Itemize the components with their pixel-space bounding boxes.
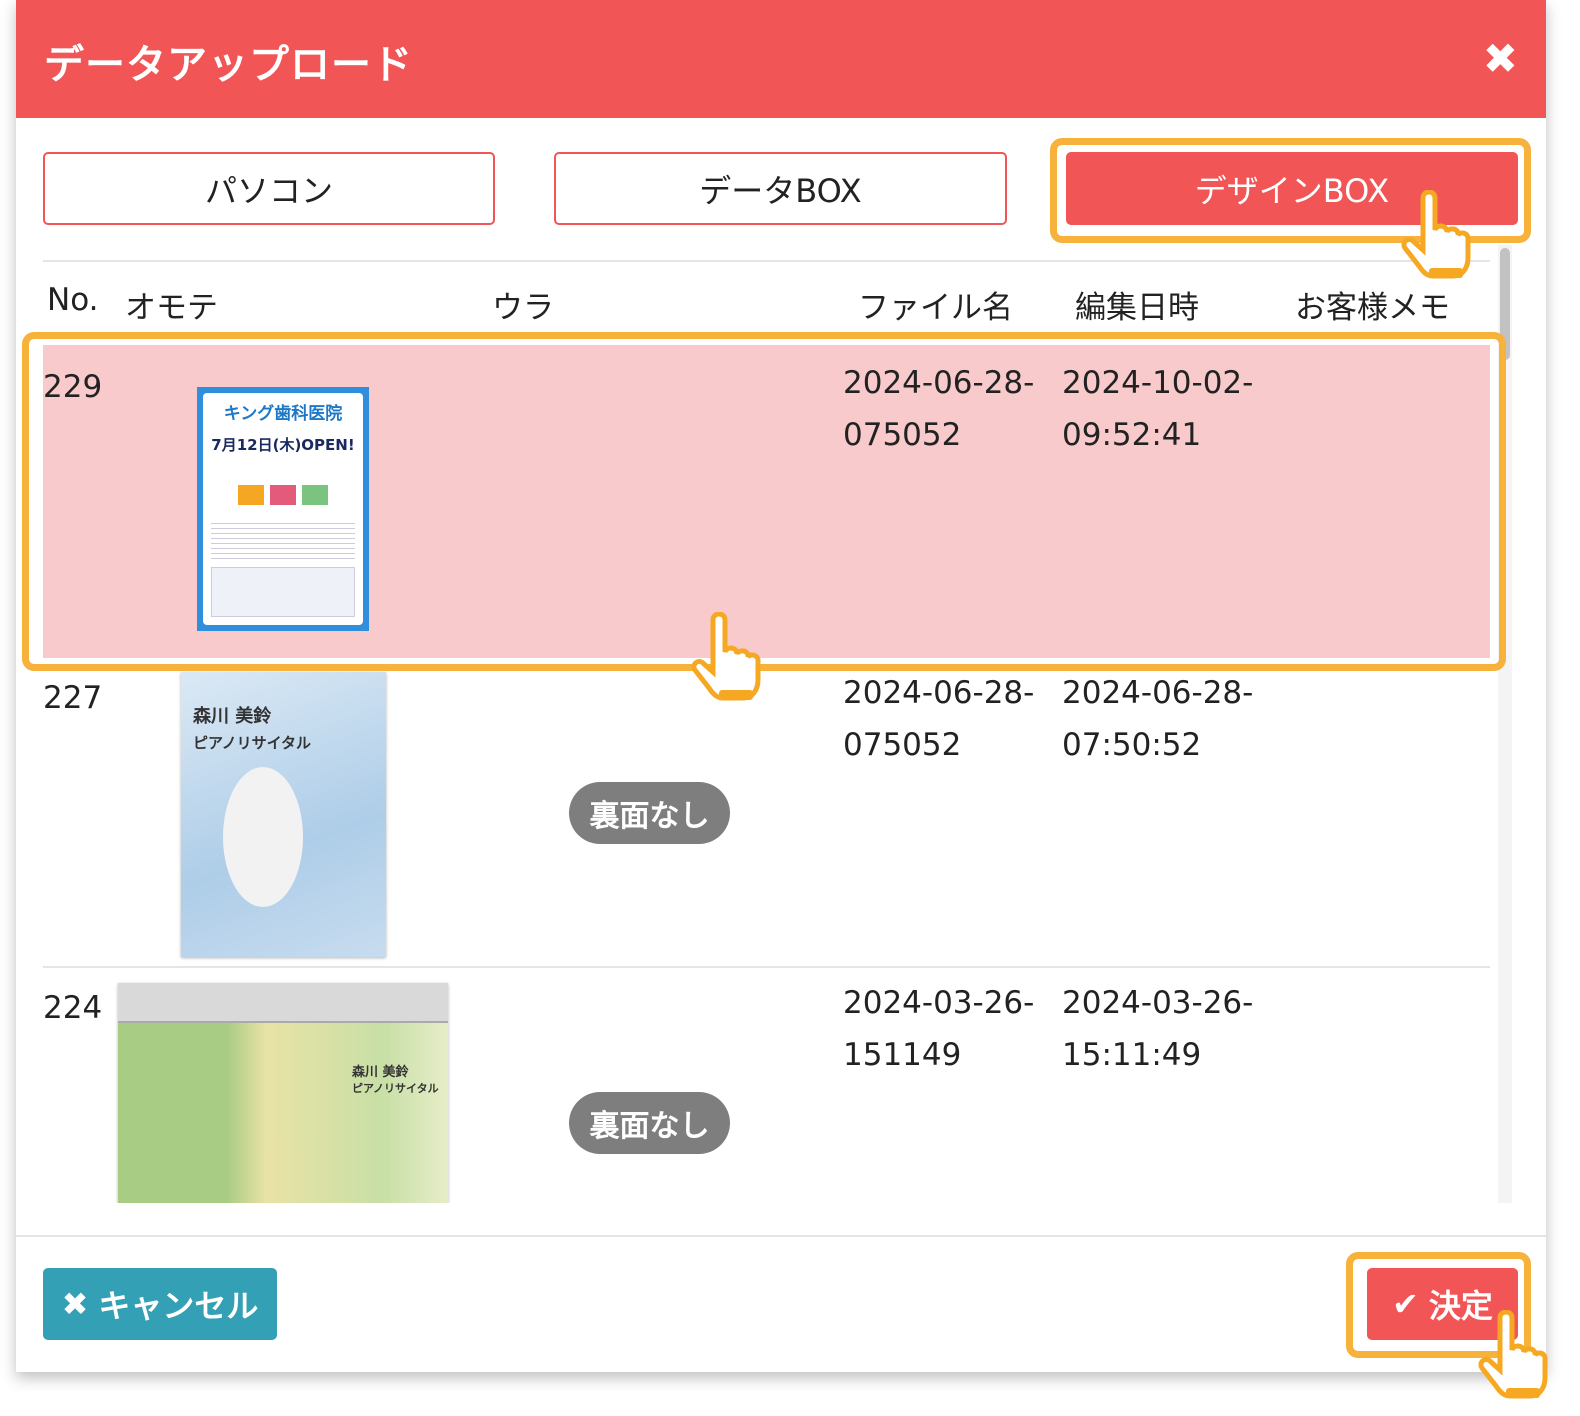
column-no: No. bbox=[47, 282, 99, 318]
close-icon[interactable]: ✖ bbox=[1483, 34, 1518, 83]
filename: 2024-03-26- 151149 bbox=[843, 985, 1035, 1073]
scrollbar[interactable] bbox=[1498, 245, 1512, 1203]
row-number: 229 bbox=[43, 369, 103, 405]
column-memo: お客様メモ bbox=[1295, 290, 1450, 326]
table-row[interactable]: 227 森川 美鈴 ピアノリサイタル 裏面なし 2024-06-28- 07505… bbox=[43, 658, 1490, 968]
filename: 2024-06-28- 075052 bbox=[843, 365, 1035, 453]
scrollbar-thumb[interactable] bbox=[1500, 248, 1510, 360]
column-front: オモテ bbox=[125, 290, 218, 326]
data-upload-dialog: データアップロード ✖ パソコン データBOX デザインBOX No. オモテ … bbox=[16, 0, 1546, 1372]
row-number: 224 bbox=[43, 990, 103, 1026]
edited-date: 2024-10-02- 09:52:41 bbox=[1062, 365, 1254, 453]
divider bbox=[43, 260, 1490, 262]
close-icon: ✖ bbox=[61, 1285, 89, 1323]
cancel-button[interactable]: ✖ キャンセル bbox=[43, 1268, 277, 1340]
dialog-header: データアップロード ✖ bbox=[16, 0, 1546, 118]
thumb-subtitle: ピアノリサイタル bbox=[352, 1082, 439, 1095]
no-back-badge: 裏面なし bbox=[569, 782, 730, 844]
thumb-title: 森川 美鈴 bbox=[352, 1065, 409, 1080]
column-filename: ファイル名 bbox=[858, 290, 1013, 326]
front-thumbnail[interactable]: キング歯科医院 7月12日(木)OPEN! bbox=[197, 387, 369, 631]
source-databox-button[interactable]: データBOX bbox=[554, 152, 1007, 225]
edited-date: 2024-06-28- 07:50:52 bbox=[1062, 675, 1254, 763]
front-thumbnail[interactable]: 森川 美鈴 ピアノリサイタル bbox=[118, 983, 448, 1203]
source-pc-button[interactable]: パソコン bbox=[43, 152, 495, 225]
table-row[interactable]: 229 キング歯科医院 7月12日(木)OPEN! 2024-06-28- 075… bbox=[43, 345, 1490, 658]
thumb-date: 7月12日(木)OPEN! bbox=[211, 436, 355, 454]
column-back: ウラ bbox=[492, 290, 554, 326]
filename: 2024-06-28- 075052 bbox=[843, 675, 1035, 763]
pointer-hand-icon bbox=[1401, 190, 1471, 279]
thumb-title: 森川 美鈴 bbox=[193, 706, 272, 727]
cancel-label: キャンセル bbox=[98, 1287, 259, 1325]
edited-date: 2024-03-26- 15:11:49 bbox=[1062, 985, 1254, 1073]
thumb-title: キング歯科医院 bbox=[223, 404, 343, 424]
no-back-badge: 裏面なし bbox=[569, 1092, 730, 1154]
thumb-subtitle: ピアノリサイタル bbox=[193, 734, 312, 752]
check-icon: ✔ bbox=[1392, 1285, 1419, 1323]
front-thumbnail[interactable]: 森川 美鈴 ピアノリサイタル bbox=[181, 672, 386, 957]
table-row[interactable]: 224 森川 美鈴 ピアノリサイタル 裏面なし 2024-03-26- 15114… bbox=[43, 970, 1490, 1203]
pointer-hand-icon bbox=[1478, 1310, 1548, 1399]
column-edited: 編集日時 bbox=[1075, 290, 1199, 326]
pointer-hand-icon bbox=[691, 612, 761, 701]
footer-divider bbox=[16, 1235, 1546, 1237]
dialog-title: データアップロード bbox=[44, 42, 413, 88]
row-number: 227 bbox=[43, 680, 103, 716]
file-list: 229 キング歯科医院 7月12日(木)OPEN! 2024-06-28- 075… bbox=[16, 345, 1496, 1203]
